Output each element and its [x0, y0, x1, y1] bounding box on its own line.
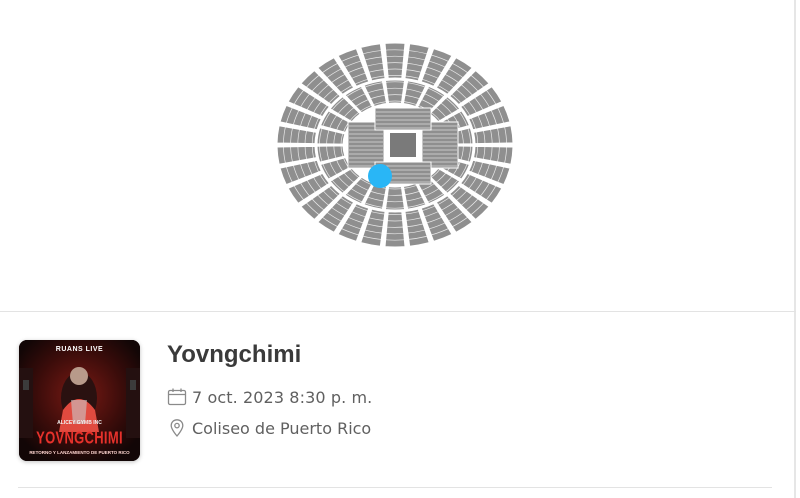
- lower-bowl-section[interactable]: [384, 79, 406, 104]
- floor-section[interactable]: [374, 107, 432, 131]
- upper-bowl-section[interactable]: [384, 42, 406, 79]
- poster-subtitle: ALICEY GYMB INC: [57, 420, 102, 426]
- selected-seat-marker: [368, 164, 392, 188]
- calendar-icon: [167, 387, 187, 407]
- stage: [390, 133, 416, 157]
- divider: [18, 487, 772, 488]
- event-poster[interactable]: RUANS LIVE ALICEY GYMB INC YOVNGCHIMI RE…: [19, 340, 140, 461]
- event-venue-row: Coliseo de Puerto Rico: [167, 418, 371, 438]
- seat-map-panel: [0, 0, 796, 311]
- event-venue: Coliseo de Puerto Rico: [192, 418, 372, 438]
- upper-bowl-section[interactable]: [384, 211, 406, 248]
- seat-map[interactable]: [270, 38, 520, 256]
- event-date-row: 7 oct. 2023 8:30 p. m.: [167, 387, 372, 407]
- poster-tagline: RETORNO Y LANZAMIENTO DE PUERTO RICO: [29, 450, 130, 455]
- lower-bowl-section[interactable]: [384, 186, 406, 211]
- event-date: 7 oct. 2023 8:30 p. m.: [192, 387, 373, 407]
- event-title[interactable]: Yovngchimi: [167, 341, 301, 369]
- location-pin-icon: [167, 418, 187, 438]
- event-summary[interactable]: RUANS LIVE ALICEY GYMB INC YOVNGCHIMI RE…: [0, 312, 796, 487]
- poster-artist-name: YOVNGCHIMI: [36, 427, 123, 448]
- event-card: RUANS LIVE ALICEY GYMB INC YOVNGCHIMI RE…: [0, 0, 796, 498]
- poster-top-text: RUANS LIVE: [55, 346, 104, 353]
